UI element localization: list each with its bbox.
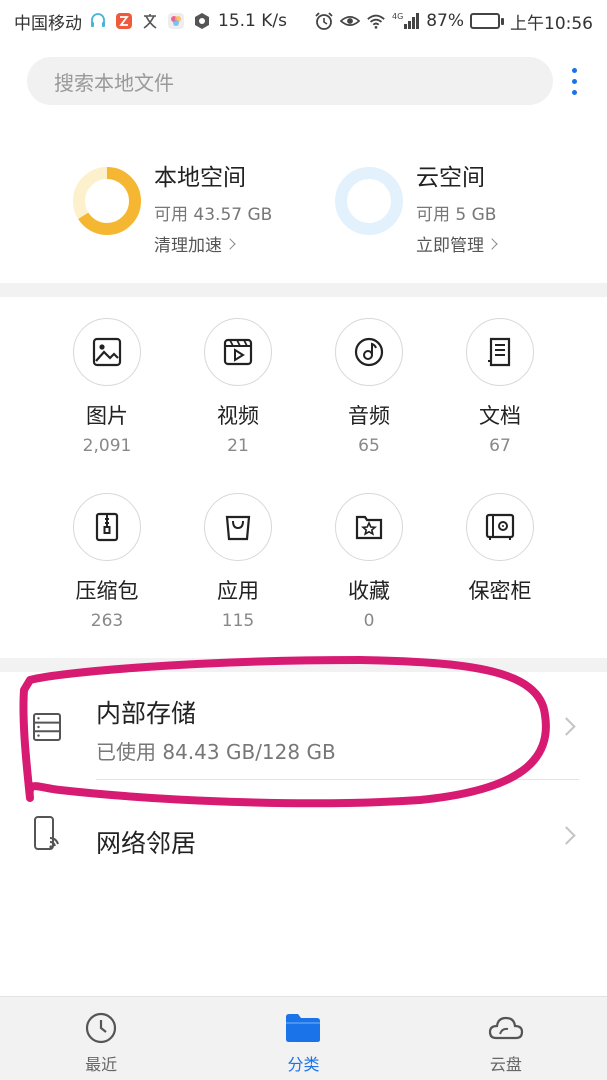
safe-icon (485, 513, 515, 540)
cloud-space-card[interactable]: 云空间 可用 5 GB 立即管理 (334, 150, 498, 260)
nav-label: 最近 (85, 1055, 118, 1074)
translate-icon (140, 11, 160, 31)
battery-percent: 87% (426, 11, 464, 31)
section-divider (0, 658, 607, 672)
category-label: 压缩包 (75, 579, 139, 603)
cloud-space-title: 云空间 (416, 165, 485, 191)
eye-comfort-icon (340, 11, 361, 31)
app-bag-icon (225, 515, 251, 541)
folder-icon (286, 1014, 321, 1042)
category-audio[interactable]: 音频 65 (309, 298, 429, 458)
category-apps[interactable]: 应用 115 (178, 473, 298, 633)
category-count: 0 (363, 611, 375, 631)
category-count: 21 (227, 436, 249, 456)
more-dot-icon (571, 78, 577, 84)
category-label: 保密柜 (468, 579, 532, 603)
bottom-navigation: 最近 分类 云盘 (0, 996, 607, 1080)
category-images[interactable]: 图片 2,091 (47, 298, 167, 458)
headset-icon (88, 11, 108, 31)
photos-app-icon (166, 11, 186, 31)
search-input[interactable]: 搜索本地文件 (27, 57, 553, 105)
cloud-space-available: 可用 5 GB (416, 205, 497, 225)
chevron-right-icon (224, 237, 236, 250)
clock-time: 上午10:56 (510, 13, 593, 34)
network-speed: 15.1 K/s (218, 11, 287, 31)
category-count: 263 (90, 611, 124, 631)
clean-up-link[interactable]: 清理加速 (154, 231, 272, 256)
alarm-icon (314, 11, 334, 31)
list-separator (96, 779, 579, 780)
storage-drive-icon (33, 713, 61, 741)
internal-storage-usage: 已使用 84.43 GB/128 GB (96, 740, 336, 764)
chevron-right-icon (557, 826, 576, 845)
network-device-icon (34, 816, 59, 850)
category-documents[interactable]: 文档 67 (440, 298, 560, 458)
clean-up-label: 清理加速 (154, 236, 222, 256)
document-icon (488, 337, 511, 367)
app-notification-icon (114, 11, 134, 31)
more-dot-icon (571, 89, 577, 95)
status-right: 4G 87% 上午10:56 (314, 9, 593, 34)
more-dot-icon (571, 67, 577, 73)
more-options-button[interactable] (562, 63, 586, 99)
category-favorites[interactable]: 收藏 0 (309, 473, 429, 633)
internal-storage-item[interactable]: 内部存储 已使用 84.43 GB/128 GB (0, 672, 607, 782)
manage-now-label: 立即管理 (416, 236, 484, 256)
category-label: 视频 (217, 404, 259, 428)
network-neighborhood-title: 网络邻居 (96, 829, 197, 858)
category-videos[interactable]: 视频 21 (178, 298, 298, 458)
search-row: 搜索本地文件 (0, 57, 607, 105)
category-label: 应用 (217, 579, 259, 603)
category-count: 115 (221, 611, 255, 631)
cellular-signal-icon: 4G (392, 11, 420, 31)
section-divider (0, 283, 607, 297)
image-icon (92, 337, 122, 367)
category-label: 图片 (86, 404, 128, 428)
status-bar: 中国移动 15.1 K/s 4G 87% 上午10:56 (0, 0, 607, 42)
category-count: 65 (358, 436, 380, 456)
status-left: 中国移动 15.1 K/s (14, 9, 287, 34)
search-placeholder: 搜索本地文件 (54, 70, 174, 95)
local-space-ring (73, 167, 141, 235)
category-count: 2,091 (82, 436, 132, 456)
favorite-icon (355, 515, 383, 540)
carrier-name: 中国移动 (14, 13, 82, 34)
nav-cloud-drive[interactable]: 云盘 (405, 997, 607, 1080)
battery-icon (470, 13, 504, 29)
category-label: 收藏 (348, 579, 390, 603)
cloud-space-ring (335, 167, 403, 235)
category-count: 67 (489, 436, 511, 456)
category-label: 音频 (348, 404, 390, 428)
nav-recent[interactable]: 最近 (0, 997, 202, 1080)
category-label: 文档 (479, 404, 521, 428)
storage-summary: 本地空间 可用 43.57 GB 清理加速 云空间 可用 5 GB 立即管理 (0, 150, 607, 260)
wifi-icon (366, 11, 386, 31)
category-grid: 图片 2,091 视频 21 音频 65 文档 67 压缩包 263 应用 11… (0, 298, 607, 658)
local-space-title: 本地空间 (154, 165, 246, 191)
category-archives[interactable]: 压缩包 263 (47, 473, 167, 633)
chevron-right-icon (486, 237, 498, 250)
network-neighborhood-item[interactable]: 网络邻居 (0, 782, 607, 882)
internal-storage-title: 内部存储 (96, 699, 197, 728)
network-type: 4G (392, 12, 403, 21)
shield-icon (192, 11, 212, 31)
cloud-icon (488, 1016, 523, 1040)
archive-icon (95, 512, 119, 542)
manage-now-link[interactable]: 立即管理 (416, 231, 498, 256)
local-space-card[interactable]: 本地空间 可用 43.57 GB 清理加速 (72, 150, 272, 260)
category-safe[interactable]: 保密柜 (440, 473, 560, 633)
local-space-available: 可用 43.57 GB (154, 205, 273, 225)
nav-categories[interactable]: 分类 (202, 997, 404, 1080)
nav-label: 云盘 (489, 1055, 522, 1074)
clock-icon (86, 1012, 117, 1044)
video-icon (223, 338, 253, 366)
audio-icon (354, 337, 384, 367)
nav-label: 分类 (287, 1055, 320, 1074)
chevron-right-icon (557, 717, 576, 736)
